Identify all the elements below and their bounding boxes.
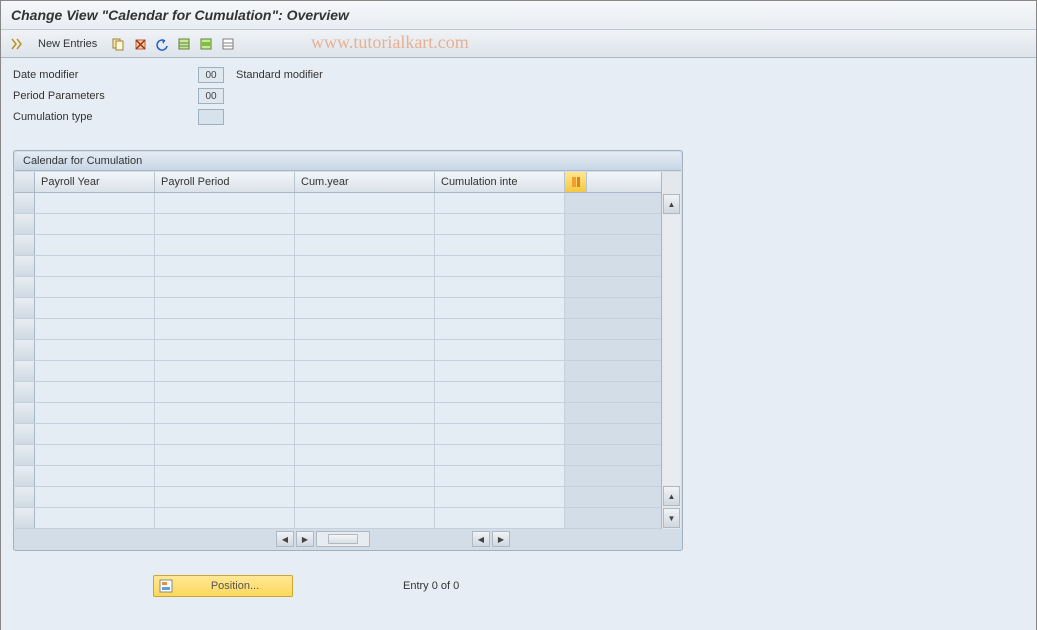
toggle-view-icon[interactable] xyxy=(7,34,27,54)
table-row[interactable] xyxy=(15,298,661,319)
table-row[interactable] xyxy=(15,403,661,424)
table-body xyxy=(15,193,661,529)
watermark: www.tutorialkart.com xyxy=(311,32,469,53)
table-row[interactable] xyxy=(15,382,661,403)
content-area: Date modifier Standard modifier Period P… xyxy=(1,58,1036,630)
column-selector[interactable] xyxy=(15,172,35,192)
select-all-icon[interactable] xyxy=(174,34,194,54)
copy-icon[interactable] xyxy=(108,34,128,54)
scroll-up-icon[interactable]: ▲ xyxy=(663,194,680,214)
column-cum-year[interactable]: Cum.year xyxy=(295,172,435,192)
table-row[interactable] xyxy=(15,466,661,487)
table-row[interactable] xyxy=(15,193,661,214)
select-block-icon[interactable] xyxy=(196,34,216,54)
scroll-down-end-icon[interactable]: ▼ xyxy=(663,508,680,528)
vertical-scrollbar[interactable]: ▲ ▲ ▼ xyxy=(661,172,681,529)
table-row[interactable] xyxy=(15,319,661,340)
hscroll-left2-icon[interactable]: ◀ xyxy=(472,531,490,547)
scroll-track[interactable] xyxy=(663,215,680,485)
toolbar: New Entries www.tutorialkart.com xyxy=(1,30,1036,58)
date-modifier-desc: Standard modifier xyxy=(236,69,323,81)
table-row[interactable] xyxy=(15,214,661,235)
field-row-cumulation-type: Cumulation type xyxy=(13,108,1024,126)
table-header-row: Payroll Year Payroll Period Cum.year Cum… xyxy=(15,172,661,193)
entry-counter: Entry 0 of 0 xyxy=(403,580,459,592)
table-row[interactable] xyxy=(15,361,661,382)
title-bar: Change View "Calendar for Cumulation": O… xyxy=(1,1,1036,30)
table-row[interactable] xyxy=(15,508,661,529)
hscroll-track[interactable] xyxy=(316,531,370,547)
position-button[interactable]: Position... xyxy=(153,575,293,597)
cumulation-type-input[interactable] xyxy=(198,109,224,125)
deselect-all-icon[interactable] xyxy=(218,34,238,54)
delete-icon[interactable] xyxy=(130,34,150,54)
field-row-period-params: Period Parameters xyxy=(13,87,1024,105)
table-row[interactable] xyxy=(15,445,661,466)
table-row[interactable] xyxy=(15,277,661,298)
calendar-panel: Calendar for Cumulation Payroll Year Pay… xyxy=(13,150,683,551)
hscroll-left-icon[interactable]: ◀ xyxy=(276,531,294,547)
column-payroll-year[interactable]: Payroll Year xyxy=(35,172,155,192)
column-cumulation-inte[interactable]: Cumulation inte xyxy=(435,172,565,192)
hscroll-right-icon[interactable]: ▶ xyxy=(296,531,314,547)
scroll-down-icon[interactable]: ▲ xyxy=(663,486,680,506)
undo-icon[interactable] xyxy=(152,34,172,54)
period-params-input[interactable] xyxy=(198,88,224,104)
new-entries-button[interactable]: New Entries xyxy=(29,35,106,53)
position-icon xyxy=(158,578,174,594)
period-params-label: Period Parameters xyxy=(13,90,198,102)
table-row[interactable] xyxy=(15,256,661,277)
table-row[interactable] xyxy=(15,235,661,256)
bottom-controls: Position... Entry 0 of 0 xyxy=(13,575,1024,597)
table-container: Payroll Year Payroll Period Cum.year Cum… xyxy=(15,172,681,529)
date-modifier-label: Date modifier xyxy=(13,69,198,81)
page-title: Change View "Calendar for Cumulation": O… xyxy=(11,7,349,23)
table-main: Payroll Year Payroll Period Cum.year Cum… xyxy=(15,172,661,529)
table-config-icon[interactable] xyxy=(565,172,587,192)
date-modifier-input[interactable] xyxy=(198,67,224,83)
hscroll-right2-icon[interactable]: ▶ xyxy=(492,531,510,547)
field-row-date-modifier: Date modifier Standard modifier xyxy=(13,66,1024,84)
column-payroll-period[interactable]: Payroll Period xyxy=(155,172,295,192)
cumulation-type-label: Cumulation type xyxy=(13,111,198,123)
table-row[interactable] xyxy=(15,487,661,508)
position-button-label: Position... xyxy=(182,580,288,592)
table-row[interactable] xyxy=(15,340,661,361)
table-row[interactable] xyxy=(15,424,661,445)
panel-body: Payroll Year Payroll Period Cum.year Cum… xyxy=(15,171,681,549)
panel-title: Calendar for Cumulation xyxy=(15,152,681,171)
horizontal-scrollbar: ◀ ▶ ◀ ▶ xyxy=(15,529,681,549)
